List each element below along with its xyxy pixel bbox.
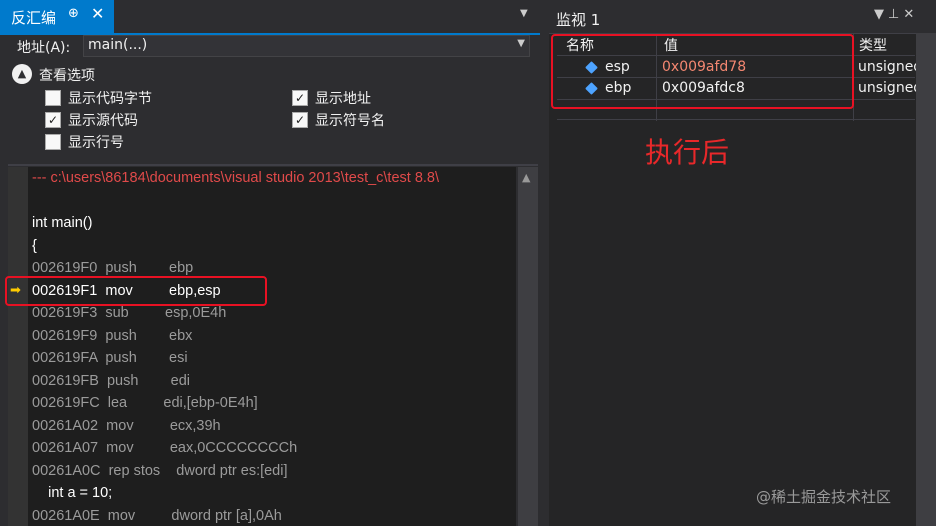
watch-title[interactable]: 监视 1 (556, 9, 600, 30)
pin-icon[interactable]: ⊕ (68, 6, 79, 21)
checkbox-show-code-bytes[interactable] (45, 90, 61, 106)
code-line: 00261A07 mov eax,0CCCCCCCCh (32, 440, 298, 456)
code-line: 002619F9 push ebx (32, 328, 193, 344)
grid-line (557, 119, 915, 120)
code-line: 002619FC lea edi,[ebp-0E4h] (32, 395, 258, 411)
disassembly-code-view[interactable]: --- c:\users\86184\documents\visual stud… (8, 167, 516, 526)
chevron-down-icon[interactable]: ▼ (517, 38, 525, 49)
vertical-scrollbar[interactable]: ▲ (518, 167, 538, 526)
address-label: 地址(A): (17, 40, 71, 56)
close-icon[interactable]: ✕ (903, 7, 918, 22)
watch-row-type: unsigned (858, 59, 923, 75)
option-label: 显示符号名 (315, 113, 385, 129)
watch-window-buttons[interactable]: ▼⊥✕ (874, 7, 918, 22)
code-line: 002619FA push esi (32, 350, 188, 366)
option-label: 显示地址 (315, 91, 371, 107)
divider (8, 164, 538, 166)
highlight-box-watch (551, 34, 854, 109)
dropdown-arrow-icon[interactable]: ▼ (520, 8, 528, 19)
option-label: 显示行号 (68, 135, 124, 151)
close-icon[interactable]: ✕ (91, 4, 104, 23)
code-line: 00261A0C rep stos dword ptr es:[edi] (32, 463, 288, 479)
scroll-up-icon[interactable]: ▲ (522, 171, 530, 184)
code-line: 00261A02 mov ecx,39h (32, 418, 221, 434)
code-line: int main() (32, 215, 93, 231)
vertical-scrollbar[interactable] (916, 33, 936, 526)
option-label: 显示代码字节 (68, 91, 152, 107)
pin-icon[interactable]: ⊥ (888, 7, 903, 22)
view-options-title: 查看选项 (39, 68, 95, 84)
highlight-box-current-line (5, 276, 267, 306)
address-combobox[interactable]: main(...) ▼ (83, 35, 530, 57)
option-label: 显示源代码 (68, 113, 138, 129)
tab-title: 反汇编 (11, 9, 57, 27)
code-line: int a = 10; (32, 485, 113, 501)
watch-row-type: unsigned (858, 80, 923, 96)
annotation-text: 执行后 (645, 136, 730, 169)
checkbox-show-source[interactable]: ✓ (45, 112, 61, 128)
tab-disassembly[interactable]: 反汇编 ⊕ ✕ (0, 0, 114, 33)
code-line: 002619F0 push ebp (32, 260, 194, 276)
address-value: main(...) (88, 37, 148, 53)
code-line: 002619FB push edi (32, 373, 190, 389)
checkbox-show-address[interactable]: ✓ (292, 90, 308, 106)
code-line: --- c:\users\86184\documents\visual stud… (32, 170, 440, 186)
dropdown-arrow-icon[interactable]: ▼ (874, 7, 888, 22)
collapse-options-icon[interactable]: ▲ (12, 64, 32, 84)
checkbox-show-symbols[interactable]: ✓ (292, 112, 308, 128)
breakpoint-gutter[interactable] (8, 167, 28, 526)
column-header-type[interactable]: 类型 (859, 35, 887, 56)
code-line: 002619F3 sub esp,0E4h (32, 305, 227, 321)
checkbox-show-line-numbers[interactable] (45, 134, 61, 150)
code-line: { (32, 238, 37, 254)
watermark: @稀土掘金技术社区 (756, 488, 892, 506)
code-line: 00261A0E mov dword ptr [a],0Ah (32, 508, 282, 524)
